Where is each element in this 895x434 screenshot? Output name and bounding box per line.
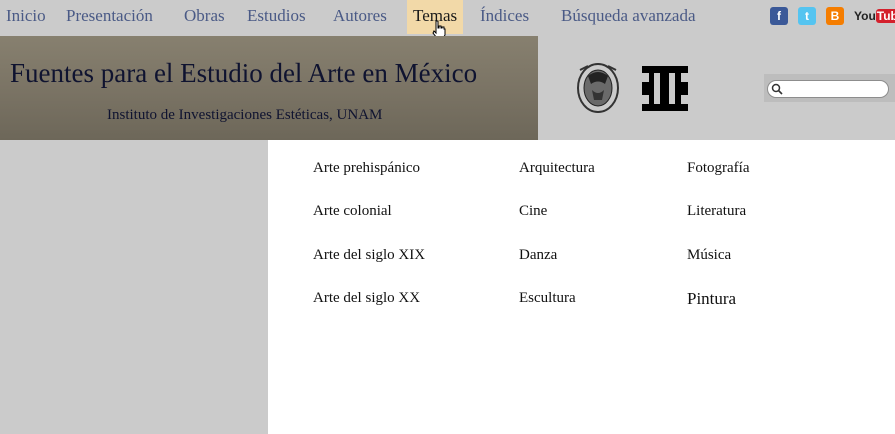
site-subtitle: Instituto de Investigaciones Estéticas, … [107,107,383,123]
facebook-icon[interactable]: f [770,7,788,25]
topic-arte-colonial[interactable]: Arte colonial [313,203,392,220]
nav-indices[interactable]: Índices [480,0,529,34]
twitter-icon[interactable]: t [798,7,816,25]
topic-musica[interactable]: Música [687,247,731,264]
nav-busqueda-avanzada[interactable]: Búsqueda avanzada [561,0,696,34]
nav-estudios[interactable]: Estudios [247,0,306,34]
topic-fotografia[interactable]: Fotografía [687,160,749,177]
youtube-you: You [854,9,876,23]
topic-arte-prehispanico[interactable]: Arte prehispánico [313,160,420,177]
topic-arquitectura[interactable]: Arquitectura [519,160,595,177]
topic-arte-siglo-xx[interactable]: Arte del siglo XX [313,290,420,307]
blogger-icon[interactable]: B [826,7,844,25]
site-header: Fuentes para el Estudio del Arte en Méxi… [0,36,538,140]
nav-obras[interactable]: Obras [184,0,225,34]
nav-presentacion[interactable]: Presentación [66,0,153,34]
topic-literatura[interactable]: Literatura [687,203,746,220]
topics-panel [268,140,895,434]
topic-pintura[interactable]: Pintura [687,289,736,309]
iie-logo-icon[interactable] [642,66,688,111]
search-icon [771,83,783,95]
youtube-tube: Tube [875,9,895,23]
topic-danza[interactable]: Danza [519,247,557,264]
top-navigation: Inicio Presentación Obras Estudios Autor… [0,0,895,38]
search-input[interactable] [767,80,889,98]
unam-seal-icon[interactable] [574,62,622,116]
nav-inicio[interactable]: Inicio [6,0,46,34]
site-title[interactable]: Fuentes para el Estudio del Arte en Méxi… [10,58,477,89]
topic-cine[interactable]: Cine [519,203,547,220]
youtube-icon[interactable]: YouTube [854,7,895,25]
topic-arte-siglo-xix[interactable]: Arte del siglo XIX [313,247,425,264]
nav-autores[interactable]: Autores [333,0,387,34]
topic-escultura[interactable]: Escultura [519,290,576,307]
